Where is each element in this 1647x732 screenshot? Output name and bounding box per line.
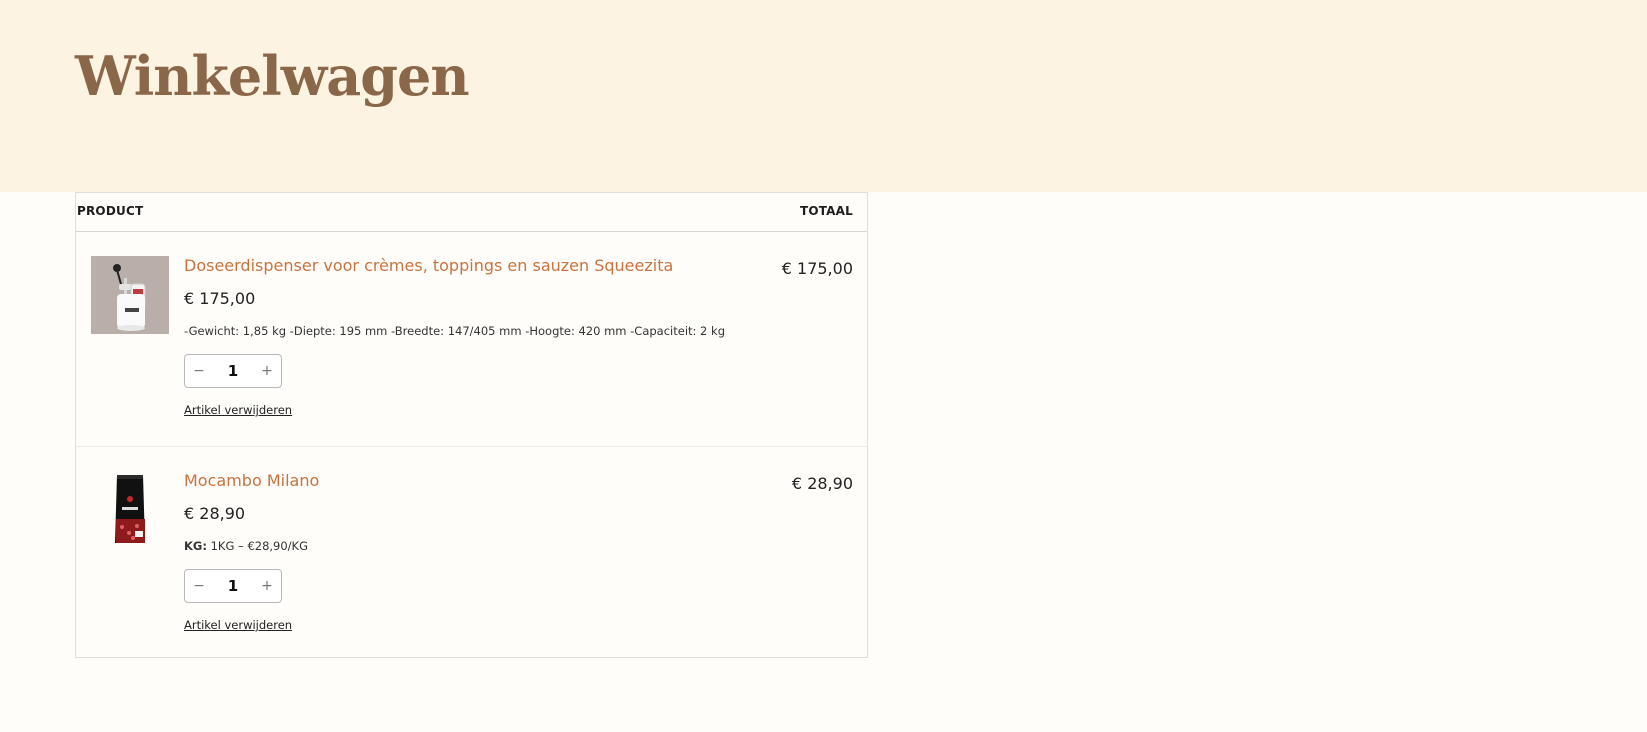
product-column-header: PRODUCT [77,204,144,218]
product-link[interactable]: Doseerdispenser voor crèmes, toppings en… [184,256,673,275]
remove-item-link[interactable]: Artikel verwijderen [184,618,292,632]
dispenser-image [91,256,169,334]
quantity-stepper: − 1 + [184,569,282,603]
product-link[interactable]: Mocambo Milano [184,471,319,490]
line-total: € 28,90 [791,474,853,493]
product-image-squeezita[interactable] [91,256,169,334]
cart-item: Doseerdispenser voor crèmes, toppings en… [76,232,867,447]
increase-quantity-button[interactable]: + [253,570,281,602]
increase-quantity-button[interactable]: + [253,355,281,387]
variant-value: 1KG – €28,90/KG [206,539,309,553]
remove-item-link[interactable]: Artikel verwijderen [184,403,292,417]
cart-item: Mocambo Milano € 28,90 KG: 1KG – €28,90/… [76,447,867,661]
quantity-input[interactable]: 1 [213,355,253,387]
page-header: Winkelwagen [0,0,1647,192]
product-variant: KG: 1KG – €28,90/KG [184,539,308,553]
unit-price: € 175,00 [184,289,256,308]
cart-table-header: PRODUCT TOTAAL [76,193,867,232]
line-total: € 175,00 [781,259,853,278]
total-column-header: TOTAAL [799,204,853,218]
quantity-input[interactable]: 1 [213,570,253,602]
cart-table: PRODUCT TOTAAL Doseerdispenser voor crèm… [75,192,868,658]
product-image-mocambo[interactable] [91,471,169,549]
quantity-stepper: − 1 + [184,354,282,388]
variant-label: KG: [184,539,207,553]
coffee-bag-image [91,471,169,549]
decrease-quantity-button[interactable]: − [185,570,213,602]
unit-price: € 28,90 [184,504,246,523]
product-specs: -Gewicht: 1,85 kg -Diepte: 195 mm -Breed… [184,324,725,338]
page-title: Winkelwagen [75,44,470,108]
decrease-quantity-button[interactable]: − [185,355,213,387]
